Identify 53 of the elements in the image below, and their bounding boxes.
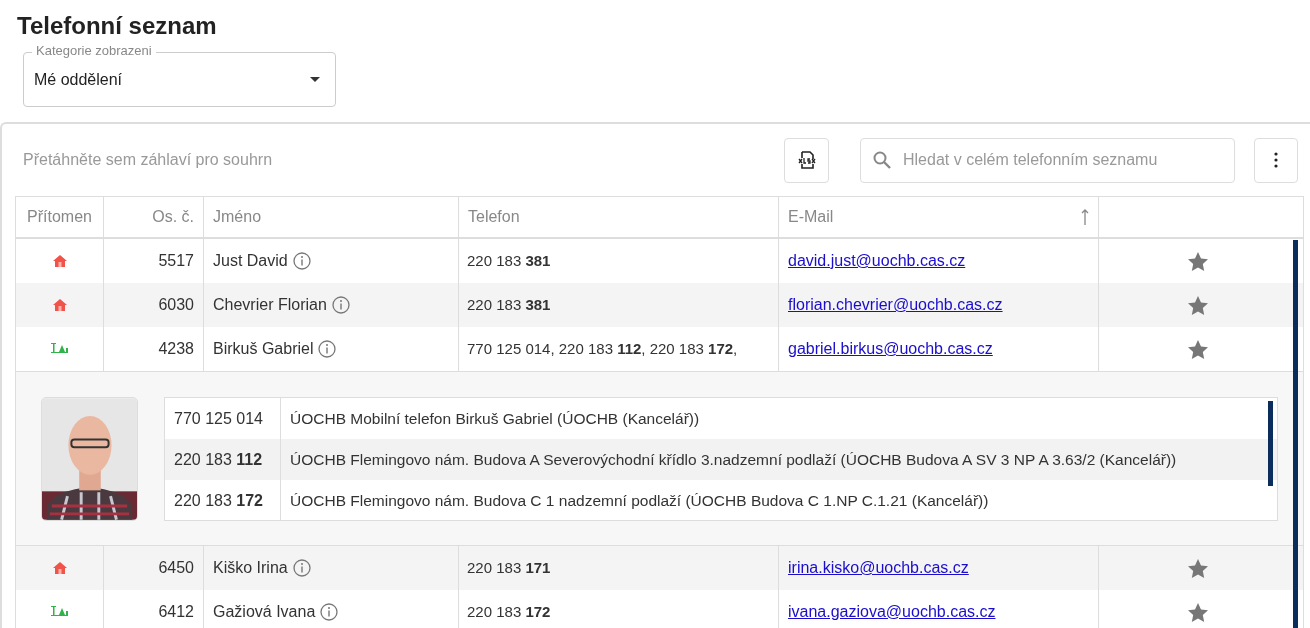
email-link[interactable]: gabriel.birkus@uochb.cas.cz (788, 337, 993, 361)
column-header[interactable]: Přítomen (27, 205, 92, 229)
table-cell-text: 6450 (158, 558, 194, 578)
email-link[interactable]: ivana.gaziova@uochb.cas.cz (788, 600, 996, 624)
person-name: Birkuš Gabriel (213, 339, 314, 359)
email-link[interactable]: irina.kisko@uochb.cas.cz (788, 556, 969, 580)
person-name: Chevrier Florian (213, 295, 327, 315)
star-icon[interactable] (1188, 602, 1208, 622)
person-name: Just David (213, 251, 288, 271)
info-icon[interactable] (292, 252, 311, 270)
phone-numbers: 220 183 381 (467, 250, 551, 271)
select-label: Kategorie zobrazeni (32, 43, 156, 59)
info-icon[interactable] (331, 296, 350, 314)
info-icon[interactable] (320, 603, 339, 621)
person-name: Gažiová Ivana (213, 602, 316, 622)
column-header[interactable]: Os. č. (152, 205, 194, 229)
table-cell-text: 6412 (158, 602, 194, 622)
phone-description: ÚOCHB Flemingovo nám. Budova C 1 nadzemní podlaží (ÚOCHB Budova C 1.NP C.1.21 (Kancelář)) (290, 490, 989, 511)
star-icon[interactable] (1188, 251, 1208, 271)
phone-description: ÚOCHB Mobilní telefon Birkuš Gabriel (ÚOCHB (Kancelář)) (290, 408, 700, 429)
phone-number: 220 183 172 (174, 490, 263, 511)
search-icon (873, 150, 891, 169)
table-cell-text: 5517 (158, 251, 194, 271)
column-header[interactable]: Jméno (213, 205, 262, 229)
phone-numbers: 220 183 172 (467, 601, 551, 622)
info-icon[interactable] (318, 340, 337, 358)
table-cell-text: 6030 (158, 295, 194, 315)
export-button[interactable] (784, 137, 829, 183)
info-icon[interactable] (292, 559, 311, 577)
phone-number: 770 125 014 (174, 408, 263, 429)
select-value: Mé oddělení (34, 69, 123, 90)
star-icon[interactable] (1188, 339, 1208, 359)
page-title: Telefonní seznam (17, 11, 217, 41)
person-name: Kiško Irina (213, 558, 288, 578)
phone-numbers: 220 183 171 (467, 557, 551, 578)
email-link[interactable]: david.just@uochb.cas.cz (788, 249, 966, 273)
scrollbar[interactable] (1268, 401, 1273, 486)
column-header[interactable]: Telefon (468, 205, 520, 229)
scrollbar[interactable] (1293, 240, 1298, 628)
phone-description: ÚOCHB Flemingovo nám. Budova A Severovýchodní křídlo 3.nadzemní podlaží (ÚOCHB Budova A SV 3 NP A 3.63/2 (Kancelář)) (290, 449, 1177, 470)
more-icon (1274, 152, 1278, 168)
spreadsheet-file-icon (796, 150, 817, 170)
group-panel-hint: Přetáhněte sem záhlaví pro souhrn (23, 150, 274, 170)
star-icon[interactable] (1188, 295, 1208, 315)
table-cell-text: 4238 (158, 339, 194, 359)
caret-icon (310, 77, 320, 82)
search-field[interactable]: Hledat v celém telefonním seznamu (860, 137, 1235, 183)
star-icon[interactable] (1188, 558, 1208, 578)
phone-number: 220 183 112 (174, 449, 263, 470)
column-header[interactable]: E-Mail (788, 205, 834, 229)
phone-numbers: 220 183 381 (467, 294, 551, 315)
phone-numbers: 770 125 014, 220 183 112, 220 183 172, (467, 338, 738, 359)
email-link[interactable]: florian.chevrier@uochb.cas.cz (788, 293, 1003, 317)
